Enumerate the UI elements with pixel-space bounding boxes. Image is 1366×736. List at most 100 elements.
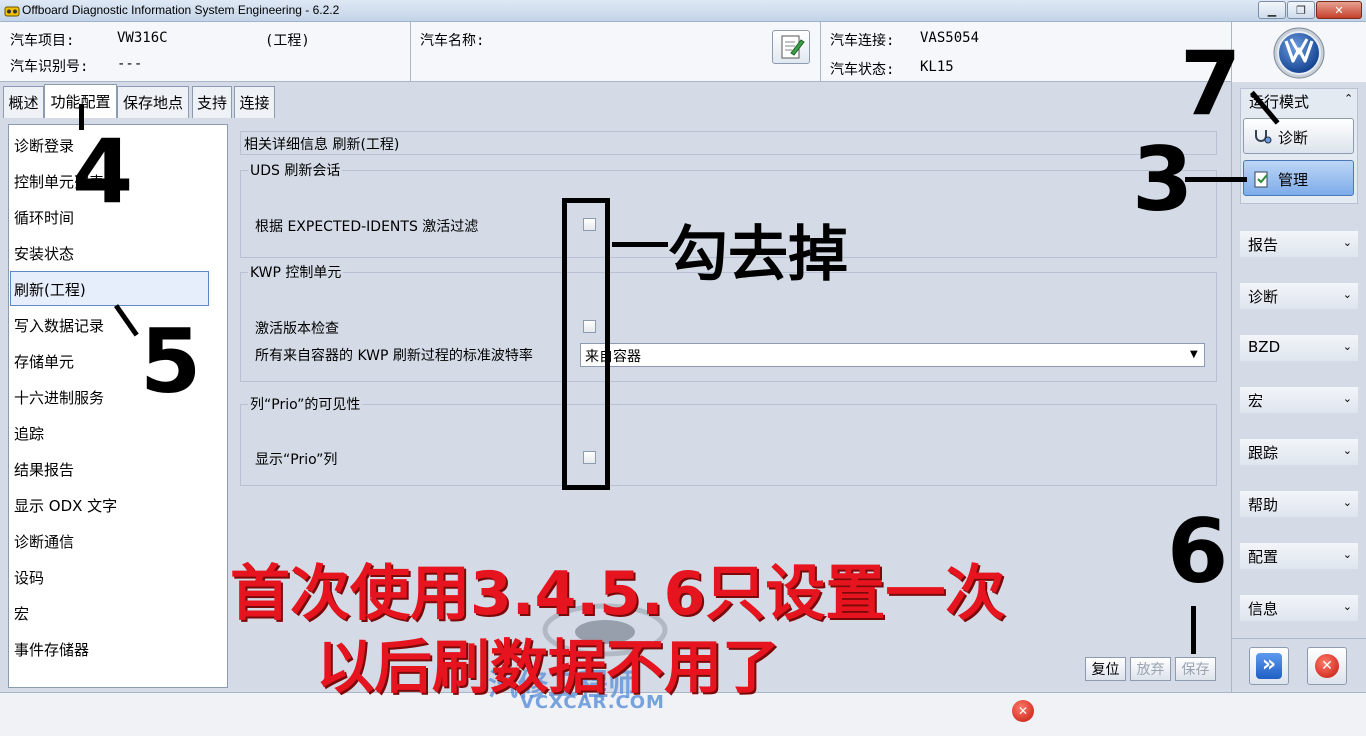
section-report[interactable]: 报告 ⌄ <box>1240 231 1358 257</box>
vin-value: --- <box>117 56 143 72</box>
list-item[interactable]: 十六进制服务 <box>14 387 104 408</box>
chevron-down-icon: ⌄ <box>1342 288 1352 301</box>
connection-value: VAS5054 <box>920 30 980 46</box>
annotation-box <box>562 198 610 490</box>
section-trace[interactable]: 跟踪 ⌄ <box>1240 439 1358 465</box>
chevron-down-icon: ⌄ <box>1342 600 1352 613</box>
close-circle-icon: ✕ <box>1315 654 1339 678</box>
chevron-down-icon: ⌄ <box>1342 340 1352 353</box>
tab-overview[interactable]: 概述 <box>3 86 44 118</box>
annotation-number-7: 7 <box>1180 32 1242 135</box>
annotation-line <box>1185 177 1247 182</box>
save-button[interactable]: 保存 <box>1175 657 1216 681</box>
list-item[interactable]: 安装状态 <box>14 243 74 264</box>
section-macro[interactable]: 宏 ⌄ <box>1240 387 1358 413</box>
list-item[interactable]: 事件存储器 <box>14 639 89 660</box>
window-title: Offboard Diagnostic Information System E… <box>22 3 340 17</box>
prio-label: 显示“Prio”列 <box>255 452 338 468</box>
panel-title: 相关详细信息 刷新(工程) <box>244 137 400 153</box>
baud-rate-label: 所有来自容器的 KWP 刷新过程的标准波特率 <box>255 348 533 364</box>
app-icon <box>4 6 20 17</box>
connection-label: 汽车连接: <box>830 33 895 49</box>
diagnosis-mode-label: 诊断 <box>1278 129 1309 147</box>
section-label: 信息 <box>1248 600 1279 618</box>
section-label: 报告 <box>1248 236 1279 254</box>
discard-button[interactable]: 放弃 <box>1130 657 1171 681</box>
uds-filter-label: 根据 EXPECTED-IDENTS 激活过滤 <box>255 219 479 235</box>
close-window-button[interactable]: ✕ <box>1316 1 1362 19</box>
exit-button[interactable]: ✕ <box>1307 647 1347 685</box>
annotation-line <box>612 242 668 247</box>
vehicle-info-header <box>0 22 1366 82</box>
vehicle-name-label: 汽车名称: <box>420 33 485 49</box>
chevron-up-icon[interactable]: ⌃ <box>1344 92 1353 105</box>
section-label: 帮助 <box>1248 496 1279 514</box>
edit-note-icon <box>781 35 805 59</box>
list-item[interactable]: 诊断通信 <box>14 531 74 552</box>
state-value: KL15 <box>920 59 954 75</box>
uds-group-title: UDS 刷新会话 <box>248 160 343 180</box>
diagnosis-mode-button[interactable]: 诊断 <box>1243 118 1354 154</box>
annotation-number-4: 4 <box>72 120 134 223</box>
chevron-down-icon: ⌄ <box>1342 236 1352 249</box>
section-help[interactable]: 帮助 ⌄ <box>1240 491 1358 517</box>
dropdown-arrow-icon: ▼ <box>1190 349 1198 360</box>
error-icon[interactable]: ✕ <box>1012 700 1034 722</box>
list-item[interactable]: 宏 <box>14 603 29 624</box>
list-item[interactable]: 追踪 <box>14 423 44 444</box>
annotation-uncheck-text: 勾去掉 <box>668 220 848 290</box>
tab-save-location[interactable]: 保存地点 <box>117 86 189 118</box>
section-label: 配置 <box>1248 548 1279 566</box>
list-item[interactable]: 结果报告 <box>14 459 74 480</box>
vw-logo-icon <box>1273 27 1325 79</box>
list-item-selected[interactable]: 刷新(工程) <box>14 279 86 300</box>
prio-group-title: 列“Prio”的可见性 <box>248 394 363 414</box>
forward-button[interactable]: » <box>1249 647 1289 685</box>
list-item[interactable]: 显示 ODX 文字 <box>14 495 117 516</box>
edit-vehicle-name-button[interactable] <box>772 30 810 64</box>
chevron-down-icon: ⌄ <box>1342 548 1352 561</box>
project-label: 汽车项目: <box>10 33 75 49</box>
admin-mode-label: 管理 <box>1278 171 1309 189</box>
list-item[interactable]: 存储单元 <box>14 351 74 372</box>
section-label: 跟踪 <box>1248 444 1279 462</box>
section-bzd[interactable]: BZD ⌄ <box>1240 335 1358 361</box>
list-item[interactable]: 诊断登录 <box>14 135 74 156</box>
vin-label: 汽车识别号: <box>10 59 89 75</box>
project-value: VW316C <box>117 30 168 46</box>
section-label: 诊断 <box>1248 288 1279 306</box>
annotation-note-line1: 首次使用3.4.5.6只设置一次 <box>230 559 1006 629</box>
section-label: 宏 <box>1248 392 1264 410</box>
section-diagnosis[interactable]: 诊断 ⌄ <box>1240 283 1358 309</box>
prio-group <box>240 404 1217 486</box>
header-divider <box>410 22 411 82</box>
baud-rate-select[interactable] <box>580 343 1205 367</box>
annotation-note-line2: 以后刷数据不用了 <box>316 633 781 701</box>
section-label: BZD <box>1248 338 1281 356</box>
header-divider <box>820 22 821 82</box>
tab-connection[interactable]: 连接 <box>234 86 275 118</box>
version-check-label: 激活版本检查 <box>255 321 339 337</box>
sidebar-divider <box>1231 638 1366 639</box>
chevron-down-icon: ⌄ <box>1342 392 1352 405</box>
admin-clipboard-icon <box>1254 171 1268 188</box>
annotation-line <box>1191 606 1196 654</box>
minimize-button[interactable]: ▁ <box>1258 1 1286 19</box>
section-info[interactable]: 信息 ⌄ <box>1240 595 1358 621</box>
list-item[interactable]: 设码 <box>14 567 44 588</box>
double-arrow-icon: » <box>1256 653 1282 679</box>
tab-support[interactable]: 支持 <box>192 86 232 118</box>
admin-mode-button[interactable]: 管理 <box>1243 160 1354 196</box>
reset-button[interactable]: 复位 <box>1085 657 1126 681</box>
list-item[interactable]: 写入数据记录 <box>14 315 104 336</box>
annotation-number-6: 6 <box>1167 500 1229 603</box>
chevron-down-icon: ⌄ <box>1342 496 1352 509</box>
section-config[interactable]: 配置 ⌄ <box>1240 543 1358 569</box>
annotation-number-5: 5 <box>140 310 202 413</box>
chevron-down-icon: ⌄ <box>1342 444 1352 457</box>
project-mode: (工程) <box>265 33 310 49</box>
stethoscope-icon <box>1255 130 1272 144</box>
list-item[interactable]: 循环时间 <box>14 207 74 228</box>
maximize-button[interactable]: ❐ <box>1287 1 1315 19</box>
state-label: 汽车状态: <box>830 62 895 78</box>
